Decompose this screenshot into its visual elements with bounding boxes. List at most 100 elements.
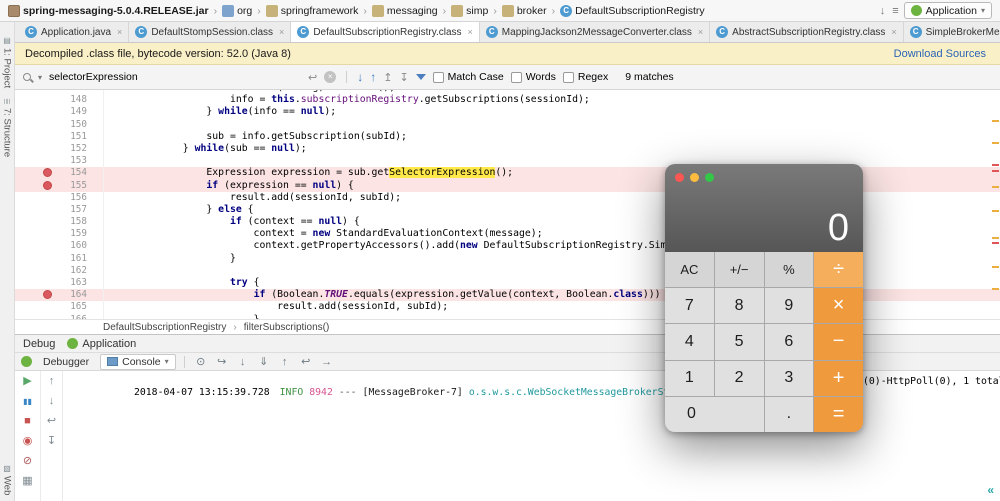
calc-key-plus-minus[interactable]: +/− [714,252,764,288]
code-line[interactable]: 150 [15,118,1000,131]
editor-tab-abstractsubscriptionregistry-class[interactable]: C AbstractSubscriptionRegistry.class × [710,22,904,42]
debug-session-tab[interactable]: Application [67,338,136,350]
breadcrumb-item[interactable]: messaging [370,4,440,17]
scrollbar-mark[interactable] [992,170,999,172]
view-breakpoints-icon[interactable]: ◉ [23,436,33,447]
calc-key-percent[interactable]: % [764,252,814,288]
checkbox-box[interactable] [562,71,574,83]
pause-icon[interactable]: ▮▮ [23,396,32,407]
calc-key-digit-7[interactable]: 7 [665,288,714,324]
scrollbar-mark[interactable] [992,237,999,239]
editor-tab-simplebrokermessagehandler-class[interactable]: CSimpleBrokerMessageHandler.class× [904,22,1000,42]
calc-key-multiply[interactable]: × [814,288,863,324]
calc-key-equals[interactable]: = [814,396,863,432]
stripe-tab-web[interactable]: ▧ Web [2,464,13,495]
calc-key-digit-9[interactable]: 9 [764,288,814,324]
editor-tab-defaultsubscriptionregistry-class[interactable]: C DefaultSubscriptionRegistry.class × [291,22,480,42]
checkbox-box[interactable] [432,71,444,83]
line-number[interactable]: 158 [15,216,103,228]
calc-key-decimal[interactable]: . [764,396,814,432]
calc-key-ac[interactable]: AC [665,252,714,288]
code-line[interactable]: 148 info = this.subscriptionRegistry.get… [15,94,1000,107]
code-line[interactable]: 151 sub = info.getSubscription(subId); [15,130,1000,143]
debugger-tab-console[interactable]: Console ▾ [100,353,176,370]
breadcrumb-item[interactable]: org [220,4,254,17]
line-number[interactable]: 148 [15,94,103,106]
show-execution-point-icon[interactable]: ⊙ [193,355,209,368]
checkbox-box[interactable] [510,71,522,83]
previous-occurrence-icon[interactable]: ↑ [370,70,376,84]
scroll-left-icon[interactable]: « [987,483,994,497]
drop-frame-icon[interactable]: ↩ [298,355,314,368]
scrollbar-mark[interactable] [992,266,999,268]
line-number[interactable]: 164 [15,289,103,301]
scrollbar-mark[interactable] [992,142,999,144]
line-number[interactable]: 155 [15,180,103,192]
download-sources-link[interactable]: Download Sources [894,48,986,60]
debugger-tab-debugger[interactable]: Debugger [37,355,95,369]
words-checkbox[interactable]: Words [510,71,556,83]
breakpoint-icon[interactable] [43,168,52,178]
line-number[interactable]: 165 [15,301,103,313]
step-out-icon[interactable]: ↑ [277,356,293,368]
line-number[interactable]: 154 [15,167,103,179]
calc-key-add[interactable]: + [814,360,863,396]
calc-key-digit-6[interactable]: 6 [764,324,814,360]
step-into-icon[interactable]: ↓ [235,356,251,368]
zoom-window-icon[interactable] [705,173,714,182]
scrollbar-mark[interactable] [992,186,999,188]
calc-key-divide[interactable]: ÷ [814,252,863,288]
scroll-to-end-icon[interactable]: ↧ [47,436,56,447]
clear-search-icon[interactable]: × [324,71,337,83]
close-window-icon[interactable] [675,173,684,182]
calculator-window[interactable]: 0 AC +/−% ÷ 7 8 9 × 4 5 6− 1 2 3 +0. = [665,164,863,432]
breadcrumb-item[interactable]: C DefaultSubscriptionRegistry [558,4,707,17]
scrollbar-mark[interactable] [992,120,999,122]
minimize-window-icon[interactable] [690,173,699,182]
breadcrumb-method[interactable]: filterSubscriptions() [244,322,330,333]
close-icon[interactable]: × [468,27,473,37]
newline-icon[interactable]: ↩ [308,71,317,84]
calc-key-digit-0[interactable]: 0 [665,396,764,432]
editor-tab-defaultstompsession-class[interactable]: C DefaultStompSession.class × [129,22,292,42]
line-number[interactable]: 150 [15,119,103,131]
filter-icon[interactable] [415,74,426,85]
line-number[interactable]: 166 [15,314,103,319]
line-number[interactable]: 161 [15,253,103,265]
scrollbar-mark[interactable] [992,164,999,166]
resume-icon[interactable]: ▶ [23,376,31,387]
scroll-down-icon[interactable]: ↓ [49,396,55,407]
scroll-down-icon[interactable]: ↓ [880,5,886,17]
breadcrumb-item[interactable]: spring-messaging-5.0.4.RELEASE.jar [6,4,211,17]
soft-wrap-icon[interactable]: ↩ [47,416,56,427]
restore-layout-icon[interactable]: ▦ [22,476,32,487]
scrollbar-mark[interactable] [992,242,999,244]
run-to-cursor-icon[interactable]: → [319,356,335,368]
close-icon[interactable]: × [891,27,896,37]
run-config-dropdown[interactable]: Application ▾ [903,2,992,19]
calc-key-digit-4[interactable]: 4 [665,324,714,360]
mute-breakpoints-icon[interactable]: ⊘ [23,456,32,467]
breadcrumb-item[interactable]: simp [449,4,490,17]
stripe-tab-7-structure[interactable]: ≣ 7: Structure [2,98,13,157]
scrollbar-mark[interactable] [992,210,999,212]
breadcrumb-class[interactable]: DefaultSubscriptionRegistry [103,322,226,333]
close-icon[interactable]: × [698,27,703,37]
force-step-into-icon[interactable]: ⇓ [256,355,272,368]
line-number[interactable]: 153 [15,155,103,167]
calc-key-digit-8[interactable]: 8 [714,288,764,324]
stripe-tab-1-project[interactable]: ▤ 1: Project [2,36,13,88]
match-case-checkbox[interactable]: Match Case [432,71,504,83]
line-number[interactable]: 163 [15,277,103,289]
breakpoint-icon[interactable] [43,290,52,300]
close-icon[interactable]: × [279,27,284,37]
editor-scrollbar[interactable] [990,90,1000,319]
calc-key-digit-2[interactable]: 2 [714,360,764,396]
close-icon[interactable]: × [117,27,122,37]
calc-key-subtract[interactable]: − [814,324,863,360]
calc-key-digit-1[interactable]: 1 [665,360,714,396]
line-number[interactable]: 152 [15,143,103,155]
breadcrumb-item[interactable]: springframework [264,4,361,17]
breadcrumb-item[interactable]: broker [500,4,549,17]
line-number[interactable]: 156 [15,192,103,204]
